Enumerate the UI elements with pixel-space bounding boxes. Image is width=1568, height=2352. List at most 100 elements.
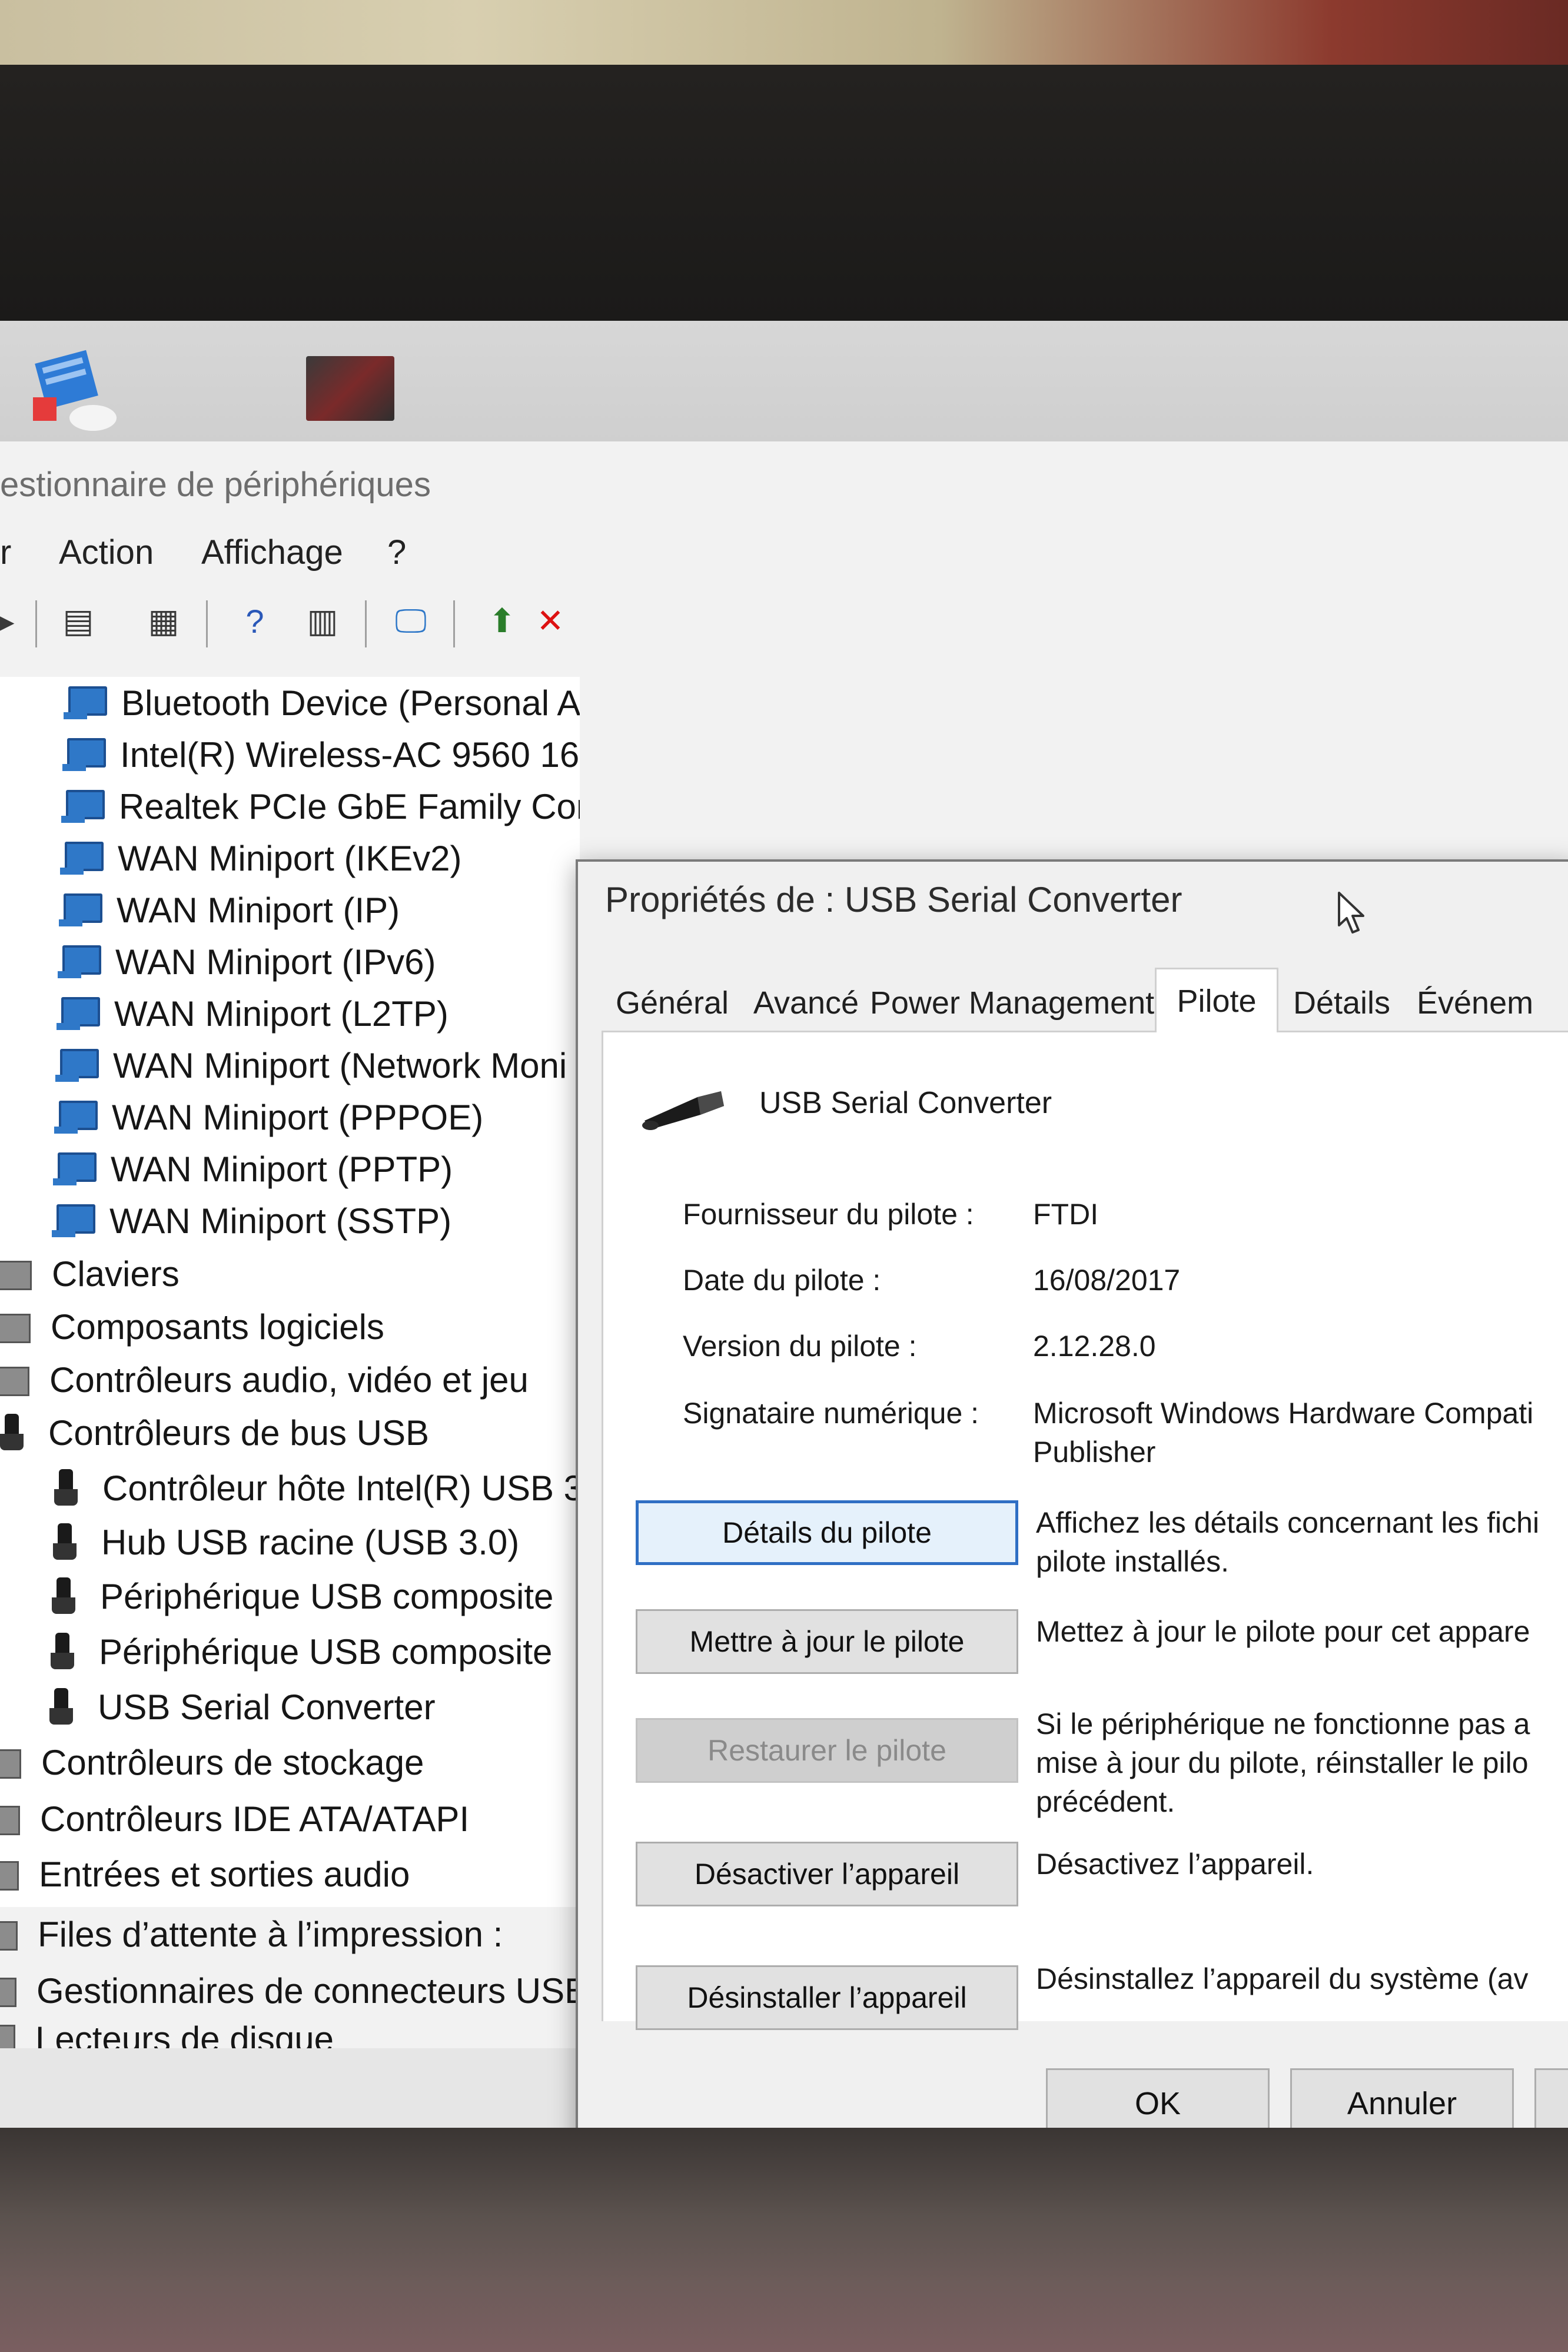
tab-events[interactable]: Événem — [1405, 976, 1568, 1030]
tree-category[interactable]: Files d’attente à l’impression : — [0, 1907, 503, 1961]
update-driver-icon[interactable]: ⬆ — [477, 596, 527, 646]
tab-general[interactable]: Général — [602, 976, 743, 1030]
tree-item-label: Lecteurs de disque — [35, 2019, 334, 2048]
usb-icon — [40, 1688, 82, 1726]
cancel-button[interactable]: Annuler — [1290, 2068, 1514, 2128]
network-adapter-icon — [52, 1202, 95, 1240]
usb-icon — [45, 1469, 87, 1507]
audio-io-icon — [0, 1855, 24, 1893]
tree-item[interactable]: WAN Miniport (L2TP) — [57, 988, 449, 1039]
audio-icon — [0, 1361, 34, 1398]
tree-item[interactable]: WAN Miniport (PPTP) — [53, 1143, 453, 1195]
show-action-pane-icon[interactable]: ▥ — [297, 596, 348, 646]
driver-panel: USB Serial Converter Fournisseur du pilo… — [602, 1032, 1568, 2030]
network-adapter-icon — [58, 943, 101, 981]
tree-category[interactable]: Entrées et sorties audio — [0, 1848, 410, 1900]
keyboard-area — [0, 2128, 1568, 2352]
provider-value: FTDI — [1033, 1198, 1099, 1231]
tree-category[interactable]: Contrôleurs de bus USB — [0, 1407, 429, 1459]
tree-item[interactable]: Contrôleur hôte Intel(R) USB 3. — [45, 1462, 580, 1514]
tab-advanced[interactable]: Avancé — [743, 976, 869, 1030]
tree-item-label: WAN Miniport (PPTP) — [111, 1149, 453, 1189]
help-icon[interactable]: ? — [230, 596, 280, 646]
menu-view[interactable]: Affichage — [201, 533, 343, 572]
tree-item-label: WAN Miniport (PPPOE) — [112, 1097, 484, 1137]
tree-item[interactable]: WAN Miniport (IKEv2) — [60, 832, 462, 884]
apply-button[interactable] — [1534, 2068, 1568, 2128]
network-adapter-icon — [64, 684, 107, 722]
tree-item-label: WAN Miniport (Network Moni — [113, 1045, 567, 1085]
tree-item-label: WAN Miniport (IPv6) — [115, 942, 436, 982]
software-component-icon — [0, 1308, 35, 1346]
tab-driver[interactable]: Pilote — [1155, 968, 1278, 1032]
tree-item[interactable]: Périphérique USB composite — [42, 1570, 553, 1622]
desktop-image-icon[interactable] — [306, 356, 394, 421]
network-adapter-icon — [60, 839, 104, 877]
tree-item-label: Bluetooth Device (Personal Are — [121, 683, 580, 723]
usb-plug-icon — [642, 1091, 724, 1130]
version-value: 2.12.28.0 — [1033, 1330, 1156, 1363]
printer-icon — [0, 1915, 22, 1953]
forward-icon[interactable]: ▶ — [0, 596, 27, 646]
date-value: 16/08/2017 — [1033, 1264, 1181, 1297]
version-label: Version du pilote : — [683, 1330, 917, 1363]
disable-device-button[interactable]: Désactiver l’appareil — [636, 1842, 1018, 1906]
keyboard-icon — [0, 1255, 36, 1293]
menu-help[interactable]: ? — [387, 533, 406, 572]
tab-details[interactable]: Détails — [1278, 976, 1405, 1030]
screen: estionnaire de périphériques r Action Af… — [0, 321, 1568, 2128]
toolbar-separator — [365, 600, 367, 647]
tree-category[interactable]: Claviers — [0, 1248, 180, 1300]
tree-item-label: Périphérique USB composite — [99, 1632, 553, 1672]
desktop-shortcut-icon[interactable] — [28, 344, 122, 433]
network-adapter-icon — [62, 736, 106, 773]
tree-item-label: Contrôleurs de stockage — [41, 1742, 424, 1782]
driver-details-button[interactable]: Détails du pilote — [636, 1500, 1018, 1565]
scan-hardware-icon[interactable]: 🖵 — [386, 596, 436, 646]
tab-power-management[interactable]: Power Management — [869, 976, 1155, 1030]
rollback-driver-description: Si le périphérique ne fonctionne pas a — [1036, 1707, 1530, 1740]
tree-category[interactable]: Lecteurs de disque — [0, 2019, 334, 2048]
update-driver-button[interactable]: Mettre à jour le pilote — [636, 1609, 1018, 1674]
rollback-driver-button[interactable]: Restaurer le pilote — [636, 1718, 1018, 1783]
tree-category[interactable]: Gestionnaires de connecteurs USB — [0, 1964, 588, 2018]
update-driver-description: Mettez à jour le pilote pour cet appare — [1036, 1615, 1530, 1648]
tree-item[interactable]: Realtek PCIe GbE Family Contr — [61, 780, 580, 832]
tree-item-selected[interactable]: USB Serial Converter — [40, 1681, 436, 1733]
tree-item[interactable]: WAN Miniport (SSTP) — [52, 1195, 451, 1247]
tree-category[interactable]: Contrôleurs de stockage — [0, 1736, 424, 1788]
show-hide-console-tree-icon[interactable]: ▤ — [53, 596, 104, 646]
tree-item[interactable]: WAN Miniport (IP) — [59, 884, 400, 936]
tree-item-label: Contrôleurs audio, vidéo et jeu — [49, 1360, 529, 1400]
uninstall-icon[interactable]: ✕ — [533, 596, 568, 646]
tree-item[interactable]: Bluetooth Device (Personal Are — [64, 677, 580, 729]
tree-item[interactable]: Hub USB racine (USB 3.0) — [44, 1516, 519, 1568]
tree-item[interactable]: WAN Miniport (Network Moni — [55, 1039, 567, 1091]
usb-icon — [44, 1523, 86, 1561]
tree-item[interactable]: Intel(R) Wireless-AC 9560 160M — [62, 729, 580, 780]
ok-button[interactable]: OK — [1046, 2068, 1270, 2128]
tree-item-label: WAN Miniport (L2TP) — [114, 994, 449, 1034]
tree-item-label: Realtek PCIe GbE Family Contr — [119, 786, 580, 826]
usb-icon — [41, 1633, 84, 1670]
monitor-bezel-top — [0, 65, 1568, 321]
device-name: USB Serial Converter — [759, 1086, 1052, 1120]
signer-value-line2: Publisher — [1033, 1436, 1156, 1469]
properties-icon[interactable]: ▦ — [138, 596, 189, 646]
network-adapter-icon — [57, 995, 100, 1032]
tree-category[interactable]: Contrôleurs IDE ATA/ATAPI — [0, 1793, 469, 1845]
network-adapter-icon — [61, 788, 105, 825]
tree-item[interactable]: WAN Miniport (IPv6) — [58, 936, 436, 988]
tab-bar: Général Avancé Power Management Pilote D… — [602, 968, 1568, 1032]
menu-action[interactable]: Action — [59, 533, 154, 572]
tree-item[interactable]: WAN Miniport (PPPOE) — [54, 1091, 483, 1143]
tree-item[interactable]: Périphérique USB composite — [41, 1626, 552, 1677]
menu-file[interactable]: r — [0, 533, 11, 572]
tree-item-label: Gestionnaires de connecteurs USB — [36, 1971, 589, 2011]
tree-item-label: Périphérique USB composite — [100, 1576, 554, 1616]
date-label: Date du pilote : — [683, 1264, 881, 1297]
toolbar-separator — [206, 600, 208, 647]
uninstall-device-button[interactable]: Désinstaller l’appareil — [636, 1965, 1018, 2030]
tree-category[interactable]: Composants logiciels — [0, 1301, 384, 1353]
tree-category[interactable]: Contrôleurs audio, vidéo et jeu — [0, 1354, 529, 1406]
